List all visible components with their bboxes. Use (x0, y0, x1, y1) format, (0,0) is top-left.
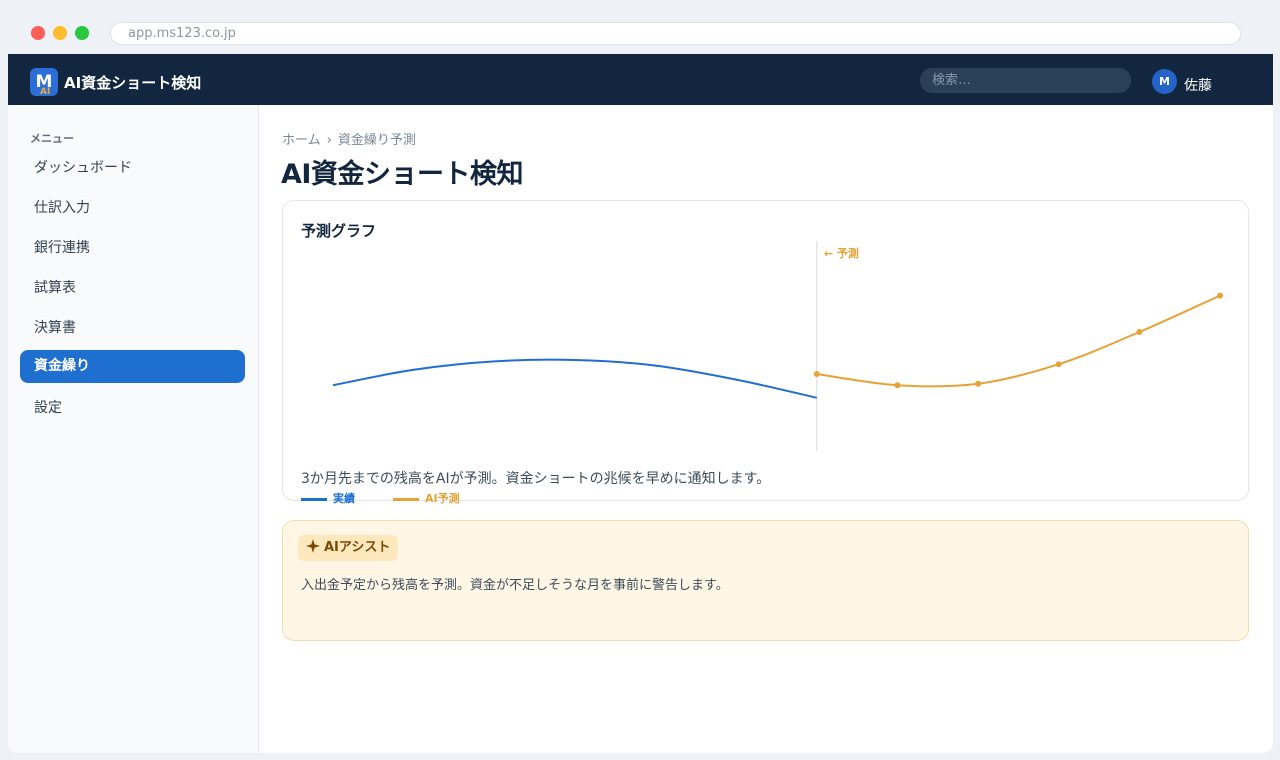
forecast-point-0[interactable] (813, 371, 820, 377)
topbar: M AI AI資金ショート検知 M 佐藤 (8, 54, 1273, 105)
legend-label: AI予測 (425, 492, 460, 505)
sidebar-item-trial-balance[interactable]: 試算表 (20, 272, 245, 305)
forecast-point-2[interactable] (975, 380, 982, 387)
sidebar-item-financial-statements[interactable]: 決算書 (20, 312, 245, 345)
legend-swatch (301, 497, 327, 501)
legend-label: 実績 (333, 492, 355, 505)
sidebar: メニュー ダッシュボード 仕訳入力 銀行連携 試算表 決算書 資金繰り 設定 (8, 105, 259, 753)
user-name[interactable]: 佐藤 (1184, 75, 1212, 95)
forecast-marker-label: ← 予測 (824, 246, 859, 260)
sidebar-item-settings[interactable]: 設定 (20, 392, 245, 425)
ai-assist-badge: AIアシスト (298, 535, 399, 563)
app-title: AI資金ショート検知 (64, 74, 202, 92)
page-title: AI資金ショート検知 (281, 159, 523, 190)
sidebar-item-dashboard[interactable]: ダッシュボード (20, 152, 245, 185)
sidebar-item-bank-link[interactable]: 銀行連携 (20, 232, 245, 265)
sparkle-icon (306, 537, 320, 563)
legend-item-0: 実績 (301, 490, 355, 506)
app-logo-badge: AI (40, 87, 51, 97)
forecast-point-3[interactable] (1055, 361, 1062, 368)
window-close-button[interactable] (31, 26, 45, 40)
window-minimize-button[interactable] (53, 26, 67, 40)
forecast-point-5[interactable] (1217, 292, 1223, 299)
breadcrumb-separator: › (326, 133, 332, 148)
chart-description: 3か月先までの残高をAIが予測。資金ショートの兆候を早めに通知します。 (301, 471, 771, 487)
breadcrumb: ホーム › 資金繰り予測 (282, 129, 416, 148)
avatar[interactable]: M (1152, 69, 1177, 94)
search-input[interactable] (920, 68, 1131, 93)
sidebar-item-cash-flow[interactable]: 資金繰り (20, 350, 245, 383)
window-maximize-button[interactable] (75, 26, 89, 40)
app-window: M AI AI資金ショート検知 M 佐藤 メニュー ダッシュボード 仕訳入力 銀… (8, 54, 1273, 753)
legend-swatch (393, 497, 419, 501)
series-line-1 (816, 294, 1221, 388)
breadcrumb-current: 資金繰り予測 (337, 133, 416, 148)
address-bar[interactable]: app.ms123.co.jp (110, 22, 1241, 45)
breadcrumb-home[interactable]: ホーム (282, 133, 321, 148)
forecast-point-1[interactable] (894, 382, 901, 389)
sidebar-item-journal-entry[interactable]: 仕訳入力 (20, 192, 245, 225)
sidebar-heading: メニュー (30, 132, 74, 145)
ai-assist-card: AIアシスト 入出金予定から残高を予測。資金が不足しそうな月を事前に警告します。 (282, 520, 1249, 641)
forecast-chart-card: 予測グラフ ← 予測 3か月先までの残高をAIが予測。資金ショートの兆候を早めに… (282, 200, 1249, 505)
legend-item-1: AI予測 (393, 490, 460, 506)
browser-chrome: app.ms123.co.jp (0, 0, 1280, 54)
ai-assist-text: 入出金予定から残高を予測。資金が不足しそうな月を事前に警告します。 (301, 578, 729, 593)
series-line-0 (332, 358, 818, 399)
forecast-chart: ← 予測 (332, 241, 1223, 451)
ai-assist-badge-label: AIアシスト (324, 540, 391, 555)
forecast-point-4[interactable] (1136, 329, 1143, 335)
